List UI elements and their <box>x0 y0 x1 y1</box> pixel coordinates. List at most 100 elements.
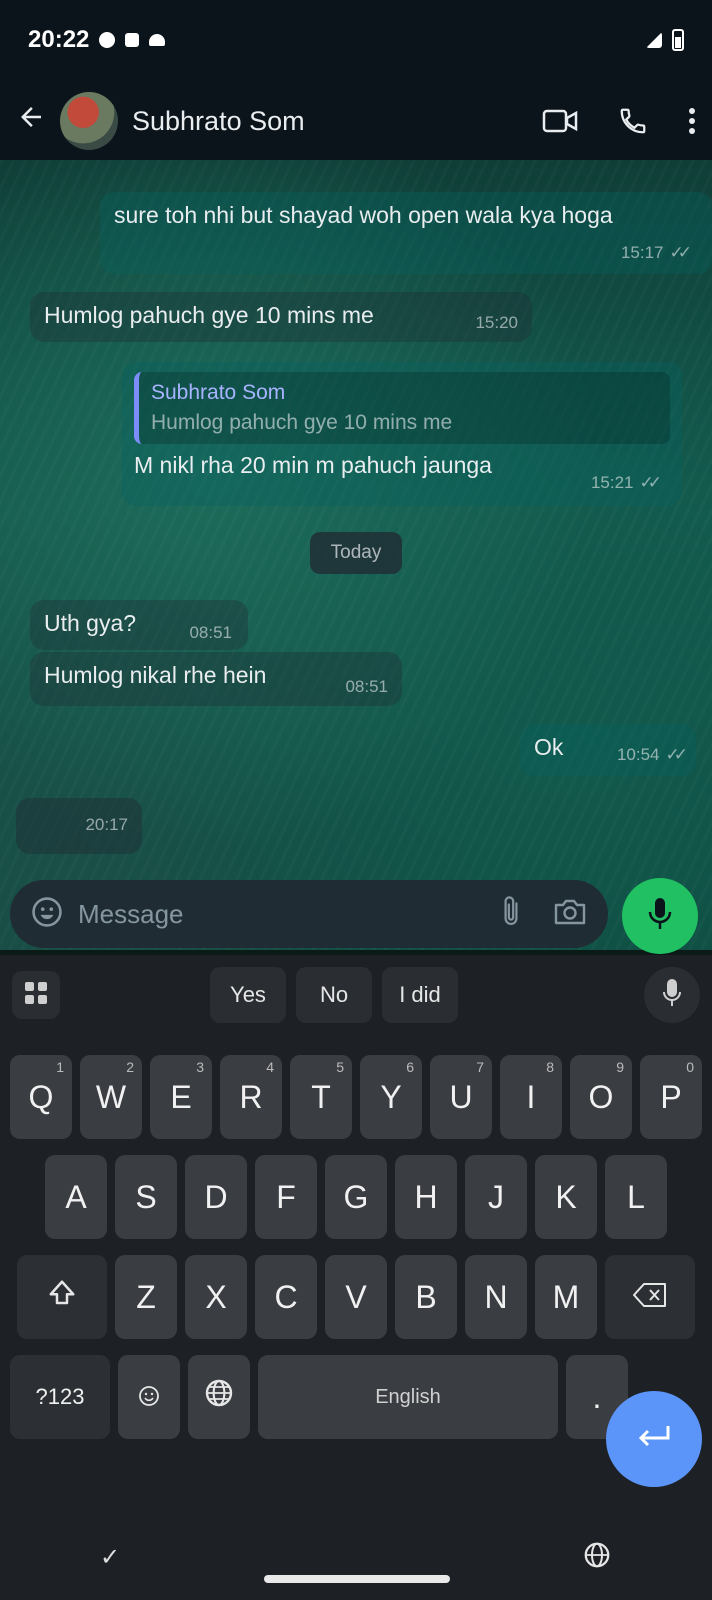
key-hint: 2 <box>126 1059 134 1075</box>
emoji-key[interactable] <box>118 1355 180 1439</box>
mic-icon <box>647 896 673 937</box>
quoted-reply[interactable]: Subhrato Som Humlog pahuch gye 10 mins m… <box>134 372 670 444</box>
key-hint: 7 <box>476 1059 484 1075</box>
suggestion-chip[interactable]: I did <box>382 967 458 1023</box>
message-time: 08:51 <box>189 623 232 642</box>
keyboard-language-icon[interactable] <box>582 1540 612 1575</box>
read-ticks-icon: ✓✓ <box>639 473 662 492</box>
key-label: W <box>95 1078 127 1115</box>
key-m[interactable]: M <box>535 1255 597 1339</box>
space-bar[interactable]: English <box>258 1355 558 1439</box>
message-bubble-incoming[interactable]: Uth gya? 08:51 <box>30 600 248 650</box>
key-label: Q <box>28 1078 54 1115</box>
key-row-3: Z X C V B N M <box>0 1255 712 1339</box>
key-t[interactable]: T5 <box>290 1055 352 1139</box>
signal-icon <box>646 32 662 48</box>
key-g[interactable]: G <box>325 1155 387 1239</box>
status-time: 20:22 <box>28 26 90 53</box>
symbols-key[interactable]: ?123 <box>10 1355 110 1439</box>
message-text: Humlog pahuch gye 10 mins me <box>44 302 374 328</box>
keyboard-hide-icon[interactable]: ✓ <box>100 1543 120 1572</box>
message-bubble-outgoing[interactable]: Subhrato Som Humlog pahuch gye 10 mins m… <box>122 362 682 506</box>
home-gesture-handle[interactable] <box>264 1575 450 1583</box>
message-input[interactable] <box>78 898 438 930</box>
key-label: E <box>170 1078 192 1115</box>
globe-icon <box>203 1377 235 1417</box>
voice-call-icon[interactable] <box>618 106 648 136</box>
key-j[interactable]: J <box>465 1155 527 1239</box>
key-d[interactable]: D <box>185 1155 247 1239</box>
status-bar: 20:22 <box>0 0 712 80</box>
back-arrow-icon[interactable] <box>16 102 50 141</box>
message-time: 20:17 <box>85 815 128 834</box>
enter-button[interactable] <box>606 1391 702 1487</box>
language-key[interactable] <box>188 1355 250 1439</box>
key-u[interactable]: U7 <box>430 1055 492 1139</box>
message-text: Ok <box>534 734 564 760</box>
attach-icon[interactable] <box>498 894 524 935</box>
key-label: R <box>239 1078 263 1115</box>
emoji-icon[interactable] <box>30 895 64 934</box>
message-bubble-incoming[interactable]: Humlog pahuch gye 10 mins me 15:20 <box>30 292 532 342</box>
key-y[interactable]: Y6 <box>360 1055 422 1139</box>
key-x[interactable]: X <box>185 1255 247 1339</box>
message-bubble-incoming[interactable]: Humlog nikal rhe hein 08:51 <box>30 652 402 706</box>
key-s[interactable]: S <box>115 1155 177 1239</box>
suggestion-chip[interactable]: No <box>296 967 372 1023</box>
key-o[interactable]: O9 <box>570 1055 632 1139</box>
key-row-2: A S D F G H J K L <box>0 1155 712 1239</box>
key-l[interactable]: L <box>605 1155 667 1239</box>
key-b[interactable]: B <box>395 1255 457 1339</box>
key-n[interactable]: N <box>465 1255 527 1339</box>
key-w[interactable]: W2 <box>80 1055 142 1139</box>
chat-header: Subhrato Som <box>0 80 712 162</box>
key-hint: 3 <box>196 1059 204 1075</box>
reply-text: Humlog pahuch gye 10 mins me <box>151 411 453 434</box>
message-bubble-incoming[interactable]: 20:17 <box>16 798 142 854</box>
voice-record-button[interactable] <box>622 878 698 954</box>
key-k[interactable]: K <box>535 1155 597 1239</box>
message-list: sure toh nhi but shayad woh open wala ky… <box>0 162 712 882</box>
message-input-pill <box>10 880 608 948</box>
suggestion-chip[interactable]: Yes <box>210 967 286 1023</box>
key-p[interactable]: P0 <box>640 1055 702 1139</box>
video-call-icon[interactable] <box>542 107 578 135</box>
key-h[interactable]: H <box>395 1155 457 1239</box>
key-label: T <box>311 1078 331 1115</box>
avatar[interactable] <box>60 92 118 150</box>
mic-icon <box>663 978 681 1013</box>
app-notification-icon <box>125 33 140 47</box>
keyboard-menu-button[interactable] <box>12 971 60 1019</box>
key-i[interactable]: I8 <box>500 1055 562 1139</box>
key-r[interactable]: R4 <box>220 1055 282 1139</box>
voice-input-button[interactable] <box>644 967 700 1023</box>
message-time: 08:51 <box>345 677 388 696</box>
contact-name[interactable]: Subhrato Som <box>132 106 305 137</box>
key-row-1: Q1 W2 E3 R4 T5 Y6 U7 I8 O9 P0 <box>0 1055 712 1139</box>
key-label: Y <box>380 1078 402 1115</box>
key-label: O <box>588 1078 614 1115</box>
battery-icon <box>672 29 684 51</box>
backspace-key[interactable] <box>605 1255 695 1339</box>
shift-key[interactable] <box>17 1255 107 1339</box>
message-bubble-outgoing[interactable]: Ok 10:54 ✓✓ <box>520 724 696 776</box>
reply-sender: Subhrato Som <box>151 381 286 404</box>
key-z[interactable]: Z <box>115 1255 177 1339</box>
key-a[interactable]: A <box>45 1155 107 1239</box>
camera-icon[interactable] <box>552 897 588 932</box>
backspace-icon <box>632 1279 668 1316</box>
read-ticks-icon: ✓✓ <box>665 745 688 764</box>
key-hint: 5 <box>336 1059 344 1075</box>
key-e[interactable]: E3 <box>150 1055 212 1139</box>
message-bubble-outgoing[interactable]: sure toh nhi but shayad woh open wala ky… <box>100 192 712 274</box>
key-q[interactable]: Q1 <box>10 1055 72 1139</box>
grid-icon <box>23 980 49 1011</box>
message-time: 15:21 <box>590 473 634 492</box>
message-text: Humlog nikal rhe hein <box>44 662 267 688</box>
key-v[interactable]: V <box>325 1255 387 1339</box>
key-hint: 0 <box>686 1059 694 1075</box>
key-c[interactable]: C <box>255 1255 317 1339</box>
key-f[interactable]: F <box>255 1155 317 1239</box>
more-options-icon[interactable] <box>688 106 696 136</box>
key-hint: 4 <box>266 1059 274 1075</box>
